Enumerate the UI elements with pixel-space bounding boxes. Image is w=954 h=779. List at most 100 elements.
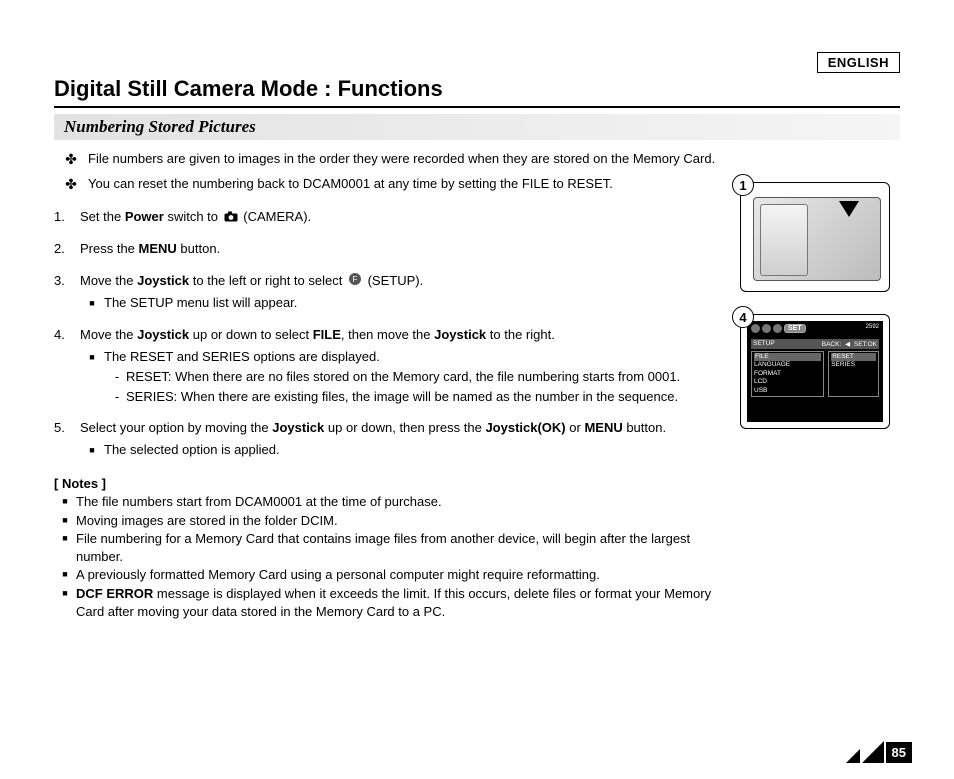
note-item: ■ The file numbers start from DCAM0001 a… (54, 493, 726, 511)
note-item: ■ File numbering for a Memory Card that … (54, 530, 726, 565)
dash-text: SERIES: When there are existing files, t… (126, 388, 678, 406)
sub-text: The RESET and SERIES options are display… (104, 348, 380, 366)
step-text: Select your option by moving the (80, 420, 272, 435)
square-bullet-icon: ■ (54, 530, 76, 565)
dash-item: - RESET: When there are no files stored … (108, 368, 726, 386)
step-badge-4: 4 (732, 306, 754, 328)
step-text: , then move the (341, 327, 434, 342)
step-bold: Joystick(OK) (485, 420, 565, 435)
step-text: Move the (80, 327, 137, 342)
note-text-rest: message is displayed when it exceeds the… (76, 586, 711, 619)
lcd-set-pill: SET (784, 324, 806, 333)
dash-item: - SERIES: When there are existing files,… (108, 388, 726, 406)
step-text: or (566, 420, 585, 435)
step-bold: Joystick (137, 273, 189, 288)
sub-item: ■ The SETUP menu list will appear. (80, 294, 726, 312)
step-1: 1. Set the Power switch to (CAMERA). (54, 208, 726, 226)
lcd-back-label: BACK: (822, 341, 842, 348)
note-item: ■ Moving images are stored in the folder… (54, 512, 726, 530)
bullet-mark: ✤ (54, 175, 88, 194)
setup-gear-icon: F (348, 272, 362, 291)
step-bold: Joystick (137, 327, 189, 342)
footer-triangle-icon (862, 741, 884, 763)
note-item: ■ A previously formatted Memory Card usi… (54, 566, 726, 584)
dash-text: RESET: When there are no files stored on… (126, 368, 680, 386)
section-subtitle: Numbering Stored Pictures (54, 114, 900, 140)
step-text: Set the (80, 209, 125, 224)
square-bullet-icon: ■ (54, 493, 76, 511)
dash-mark: - (108, 388, 126, 406)
lcd-menu-right: RESET SERIES (828, 351, 879, 397)
step-text: up or down, then press the (324, 420, 485, 435)
bullet-mark: ✤ (54, 150, 88, 169)
camera-icon (224, 209, 238, 227)
note-text: Moving images are stored in the folder D… (76, 512, 338, 530)
camera-diagram (740, 182, 890, 292)
square-bullet-icon: ■ (80, 441, 104, 459)
sub-item: ■ The selected option is applied. (80, 441, 726, 459)
step-4: 4. Move the Joystick up or down to selec… (54, 326, 726, 405)
note-text: DCF ERROR message is displayed when it e… (76, 585, 726, 620)
intro-text: File numbers are given to images in the … (88, 150, 715, 169)
step-text: to the left or right to select (189, 273, 346, 288)
step-bold: MENU (139, 241, 177, 256)
step-bold: MENU (584, 420, 622, 435)
step-text: button. (623, 420, 666, 435)
lcd-resolution: 2592 (866, 324, 879, 330)
step-text: switch to (164, 209, 222, 224)
step-text: to the right. (486, 327, 555, 342)
square-bullet-icon: ■ (80, 294, 104, 312)
illustration-column: 1 4 SET 2592 (740, 150, 900, 620)
lcd-header-bar: SETUP BACK: ◀ SET:OK (751, 339, 879, 349)
step-text: Move the (80, 273, 137, 288)
title-rule (54, 106, 900, 108)
note-text: A previously formatted Memory Card using… (76, 566, 600, 584)
step-text: (SETUP). (368, 273, 424, 288)
footer-triangle-icon (846, 749, 860, 763)
lcd-menu-item: LANGUAGE (754, 361, 790, 368)
language-badge: ENGLISH (817, 52, 900, 73)
lcd-diagram: SET 2592 SETUP BACK: ◀ SET:OK (740, 314, 890, 429)
square-bullet-icon: ■ (54, 585, 76, 620)
lcd-setok-label: SET:OK (854, 341, 877, 348)
content-column: ✤ File numbers are given to images in th… (54, 150, 726, 620)
dash-mark: - (108, 368, 126, 386)
step-bold: Joystick (434, 327, 486, 342)
step-bold: Power (125, 209, 164, 224)
step-number: 2. (54, 240, 80, 258)
lcd-menu-item: USB (754, 387, 767, 394)
step-number: 4. (54, 326, 80, 405)
note-text: File numbering for a Memory Card that co… (76, 530, 726, 565)
step-2: 2. Press the MENU button. (54, 240, 726, 258)
step-number: 5. (54, 419, 80, 459)
page-footer: 85 (846, 741, 912, 763)
step-text: (CAMERA). (243, 209, 311, 224)
svg-text:F: F (353, 275, 358, 284)
lcd-menu-left: FILE LANGUAGE FORMAT LCD USB (751, 351, 824, 397)
step-bold: FILE (313, 327, 341, 342)
lcd-illustration: 4 SET 2592 SETUP BACK: (740, 314, 900, 429)
step-text: up or down to select (189, 327, 313, 342)
camera-illustration: 1 (740, 182, 900, 292)
note-text: The file numbers start from DCAM0001 at … (76, 493, 442, 511)
page-number: 85 (886, 742, 912, 763)
square-bullet-icon: ■ (54, 566, 76, 584)
sub-item: ■ The RESET and SERIES options are displ… (80, 348, 726, 366)
arrow-down-icon (839, 201, 859, 217)
intro-item: ✤ File numbers are given to images in th… (54, 150, 726, 169)
lcd-setup-label: SETUP (753, 340, 775, 348)
step-5: 5. Select your option by moving the Joys… (54, 419, 726, 459)
lcd-status: 2592 (866, 324, 879, 330)
step-number: 1. (54, 208, 80, 226)
page-title: Digital Still Camera Mode : Functions (54, 76, 900, 102)
lcd-menu-item: RESET (831, 353, 876, 361)
step-bold: Joystick (272, 420, 324, 435)
step-number: 3. (54, 272, 80, 313)
lcd-menu: FILE LANGUAGE FORMAT LCD USB RESET SERIE… (751, 351, 879, 397)
step-3: 3. Move the Joystick to the left or righ… (54, 272, 726, 313)
sub-text: The SETUP menu list will appear. (104, 294, 297, 312)
lcd-top-icons: SET (751, 324, 879, 333)
lcd-menu-item: FORMAT (754, 370, 781, 377)
note-item: ■ DCF ERROR message is displayed when it… (54, 585, 726, 620)
intro-text: You can reset the numbering back to DCAM… (88, 175, 613, 194)
